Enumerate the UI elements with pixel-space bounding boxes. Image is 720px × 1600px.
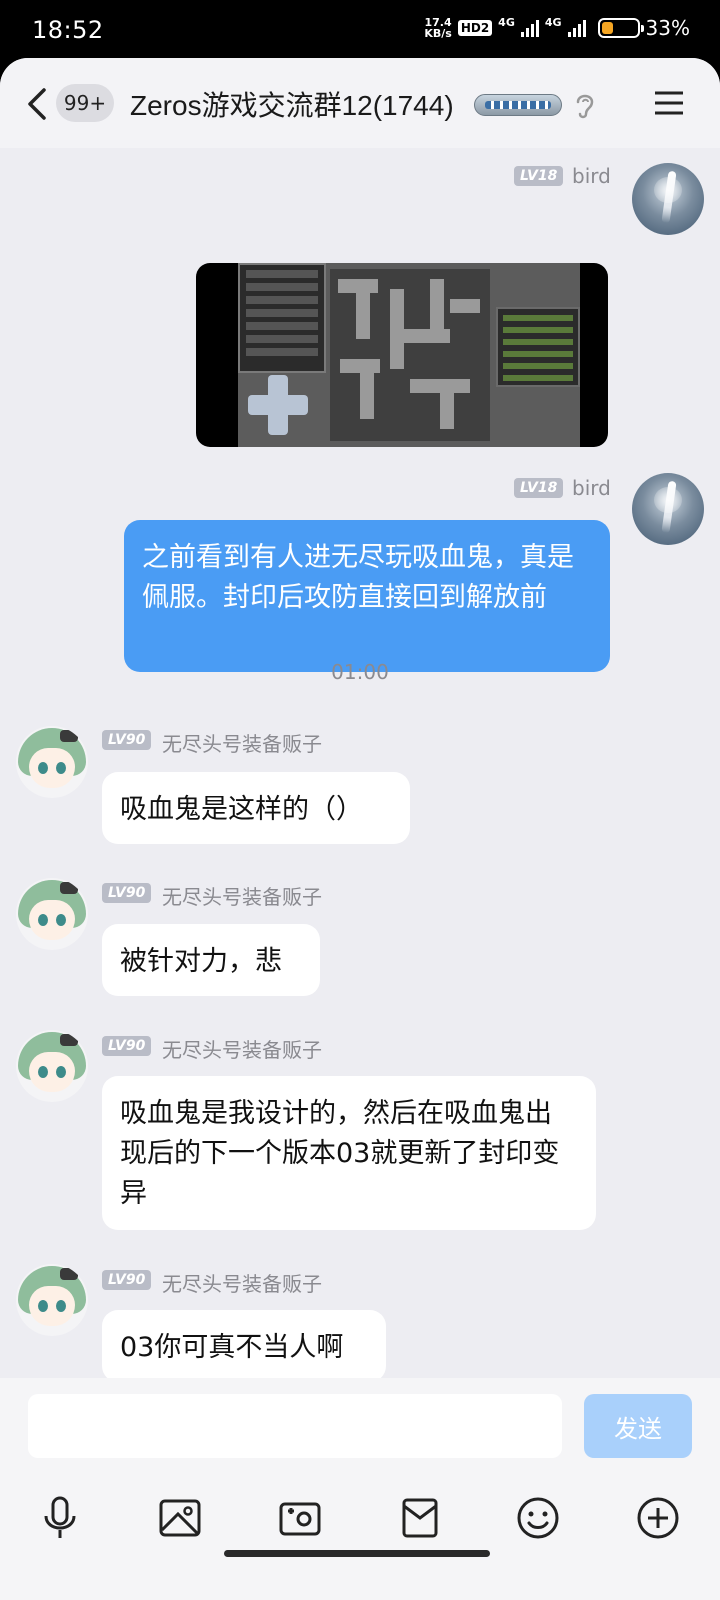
level-badge: LV90 xyxy=(102,730,152,750)
chevron-left-icon[interactable] xyxy=(22,86,52,122)
level-badge: LV90 xyxy=(102,1270,152,1290)
sender-name[interactable]: bird xyxy=(572,164,611,188)
sender-name[interactable]: 无尽头号装备贩子 xyxy=(162,728,322,757)
status-icons: 17.4 KB/s HD2 4G 4G 33% xyxy=(424,15,690,41)
status-bar: 18:52 17.4 KB/s HD2 4G 4G 33% xyxy=(0,0,720,62)
signal-icon xyxy=(520,19,539,37)
message-bubble[interactable]: 被针对力，悲 xyxy=(102,924,320,996)
network-type-1: 4G xyxy=(498,15,515,29)
battery-icon xyxy=(597,18,644,38)
message-bubble[interactable]: 吸血鬼是我设计的，然后在吸血鬼出现后的下一个版本03就更新了封印变异 xyxy=(102,1076,596,1230)
camera-button[interactable] xyxy=(270,1488,330,1548)
chat-header: 99+ Zeros游戏交流群12(1744) xyxy=(0,58,720,148)
group-title[interactable]: Zeros游戏交流群12(1744) xyxy=(130,84,454,124)
sender-name[interactable]: 无尽头号装备贩子 xyxy=(162,881,322,910)
battery-percent: 33% xyxy=(645,16,690,40)
menu-icon[interactable] xyxy=(654,90,684,116)
avatar[interactable] xyxy=(632,473,704,545)
message-bubble[interactable]: 吸血鬼是这样的（） xyxy=(102,772,410,844)
avatar[interactable] xyxy=(16,1030,88,1102)
avatar[interactable] xyxy=(16,878,88,950)
input-bar: 发送 xyxy=(0,1378,720,1600)
message-list[interactable]: LV18 bird LV18 bird 之前看到有人进无尽玩吸血鬼，真是佩服。封… xyxy=(0,148,720,1473)
camera-icon xyxy=(279,1502,321,1536)
message-bubble[interactable]: 03你可真不当人啊 xyxy=(102,1310,386,1382)
signal-icon-2 xyxy=(567,19,586,37)
avatar[interactable] xyxy=(632,163,704,235)
emoji-button[interactable] xyxy=(508,1488,568,1548)
message-input[interactable] xyxy=(28,1394,562,1458)
red-packet-icon xyxy=(402,1498,438,1538)
image-message[interactable] xyxy=(196,263,608,447)
sender-name[interactable]: 无尽头号装备贩子 xyxy=(162,1034,322,1063)
avatar[interactable] xyxy=(16,726,88,798)
avatar[interactable] xyxy=(16,1264,88,1336)
send-button[interactable]: 发送 xyxy=(584,1394,692,1458)
microphone-icon xyxy=(44,1496,76,1538)
network-type-2: 4G xyxy=(544,15,562,29)
ear-icon[interactable] xyxy=(572,90,598,120)
level-badge: LV90 xyxy=(102,1036,152,1056)
emoji-icon xyxy=(517,1497,559,1539)
hd-icon: HD2 xyxy=(457,20,493,36)
plus-icon xyxy=(637,1497,679,1539)
input-toolbar xyxy=(0,1488,720,1548)
red-packet-button[interactable] xyxy=(390,1488,450,1548)
image-button[interactable] xyxy=(150,1488,210,1548)
home-indicator[interactable] xyxy=(224,1550,490,1557)
unread-count-badge[interactable]: 99+ xyxy=(56,84,114,122)
sender-name[interactable]: 无尽头号装备贩子 xyxy=(162,1268,322,1297)
level-badge: LV90 xyxy=(102,883,152,903)
more-button[interactable] xyxy=(628,1488,688,1548)
image-icon xyxy=(159,1499,201,1537)
timestamp: 01:00 xyxy=(331,660,389,684)
sender-name[interactable]: bird xyxy=(572,476,611,500)
message-bubble[interactable]: 之前看到有人进无尽玩吸血鬼，真是佩服。封印后攻防直接回到解放前 xyxy=(124,520,610,672)
status-time: 18:52 xyxy=(32,16,104,44)
group-level-badge xyxy=(474,94,562,116)
voice-button[interactable] xyxy=(30,1488,90,1548)
chat-screen: 99+ Zeros游戏交流群12(1744) LV18 bird LV18 bi… xyxy=(0,58,720,1600)
level-badge: LV18 xyxy=(514,478,564,498)
level-badge: LV18 xyxy=(514,166,564,186)
game-screenshot xyxy=(238,263,580,447)
network-speed: 17.4 KB/s xyxy=(424,16,452,40)
